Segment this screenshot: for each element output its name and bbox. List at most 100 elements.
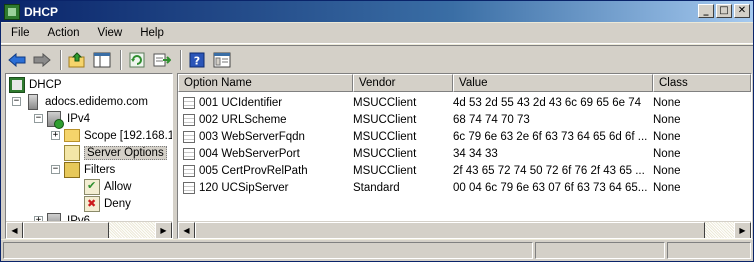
status-bar xyxy=(1,240,753,261)
tree-item-label: Server Options xyxy=(84,145,167,160)
toolbar-separator xyxy=(120,49,122,70)
collapse-toggle[interactable]: − xyxy=(12,97,21,106)
properties-button[interactable] xyxy=(211,49,233,71)
scroll-left-button[interactable]: ◀ xyxy=(6,221,23,238)
status-panel xyxy=(667,242,751,259)
column-header-option-name[interactable]: Option Name xyxy=(178,74,353,92)
column-header-class[interactable]: Class xyxy=(653,74,751,92)
list-row[interactable]: 001 UCIdentifier MSUCClient 4d 53 2d 55 … xyxy=(178,94,751,111)
export-list-icon xyxy=(153,53,171,66)
tree-item-scope[interactable]: + Scope [192.168.1 xyxy=(51,127,173,144)
menu-view[interactable]: View xyxy=(88,27,131,39)
console-tree-icon xyxy=(93,52,111,67)
main-content: DHCP − adocs.edidemo.com − IPv4 + Scope … xyxy=(1,73,753,239)
option-icon xyxy=(183,113,195,126)
column-header-vendor[interactable]: Vendor xyxy=(353,74,453,92)
list-row[interactable]: 120 UCSipServer Standard 00 04 6c 79 6e … xyxy=(178,179,751,196)
option-vendor: MSUCClient xyxy=(353,113,417,126)
refresh-button[interactable] xyxy=(126,49,148,71)
scroll-left-button[interactable]: ◀ xyxy=(178,221,195,238)
option-class: None xyxy=(653,96,681,109)
up-one-level-button[interactable] xyxy=(66,49,88,71)
column-header-value[interactable]: Value xyxy=(453,74,653,92)
option-vendor: MSUCClient xyxy=(353,96,417,109)
toolbar-separator xyxy=(180,49,182,70)
window-title: DHCP xyxy=(24,4,59,19)
option-name: 120 UCSipServer xyxy=(199,181,289,194)
collapse-toggle[interactable]: − xyxy=(34,114,43,123)
forward-button[interactable] xyxy=(31,49,53,71)
option-value: 34 34 33 xyxy=(453,147,498,160)
list-row[interactable]: 004 WebServerPort MSUCClient 34 34 33 No… xyxy=(178,145,751,162)
list-row[interactable]: 003 WebServerFqdn MSUCClient 6c 79 6e 63… xyxy=(178,128,751,145)
scroll-track[interactable] xyxy=(195,221,734,238)
details-pane[interactable]: Option Name Vendor Value Class 001 UCIde… xyxy=(177,73,752,239)
tree-item-label: IPv4 xyxy=(67,112,91,125)
tree-item-allow[interactable]: Allow xyxy=(84,178,131,195)
scroll-thumb[interactable] xyxy=(23,221,109,238)
server-options-icon xyxy=(64,144,80,161)
list-row[interactable]: 005 CertProvRelPath MSUCClient 2f 43 65 … xyxy=(178,162,751,179)
menu-file[interactable]: File xyxy=(1,27,38,39)
ipv4-icon xyxy=(47,110,64,129)
minimize-button[interactable]: _ xyxy=(698,4,714,18)
tree-item-label: adocs.edidemo.com xyxy=(45,95,148,108)
deny-icon xyxy=(84,195,100,212)
option-name: 005 CertProvRelPath xyxy=(199,164,308,177)
title-bar[interactable]: DHCP _ □ ✕ xyxy=(1,1,753,22)
console-tree-pane[interactable]: DHCP − adocs.edidemo.com − IPv4 + Scope … xyxy=(5,73,173,239)
option-value: 2f 43 65 72 74 50 72 6f 76 2f 43 65 ... xyxy=(453,164,645,177)
scroll-right-button[interactable]: ▶ xyxy=(155,221,172,238)
option-value: 00 04 6c 79 6e 63 07 6f 63 73 64 65... xyxy=(453,181,648,194)
option-icon xyxy=(183,164,195,177)
tree-horizontal-scrollbar[interactable]: ◀ ▶ xyxy=(6,221,172,238)
option-name: 004 WebServerPort xyxy=(199,147,300,160)
dhcp-window: DHCP _ □ ✕ File Action View Help ? DHCP … xyxy=(0,0,754,262)
help-icon: ? xyxy=(189,52,205,67)
menu-help[interactable]: Help xyxy=(130,27,172,39)
column-header-row: Option Name Vendor Value Class xyxy=(178,74,751,92)
tree-item-server[interactable]: − adocs.edidemo.com xyxy=(12,93,148,110)
up-folder-icon xyxy=(68,51,85,67)
tree-item-label: DHCP xyxy=(29,78,62,91)
show-hide-tree-button[interactable] xyxy=(91,49,113,71)
option-value: 68 74 74 70 73 xyxy=(453,113,530,126)
scroll-track[interactable] xyxy=(23,221,155,238)
option-name: 003 WebServerFqdn xyxy=(199,130,305,143)
scroll-thumb[interactable] xyxy=(195,221,705,238)
tree-item-ipv4[interactable]: − IPv4 xyxy=(34,110,91,129)
collapse-toggle[interactable]: − xyxy=(51,165,60,174)
back-button[interactable] xyxy=(6,49,28,71)
filter-icon xyxy=(64,161,80,178)
help-button[interactable]: ? xyxy=(186,49,208,71)
toolbar: ? xyxy=(1,45,753,73)
tree-item-server-options[interactable]: Server Options xyxy=(64,144,167,161)
tree-item-label: Filters xyxy=(84,163,116,176)
tree-item-deny[interactable]: Deny xyxy=(84,195,131,212)
menu-action[interactable]: Action xyxy=(38,27,88,39)
option-icon xyxy=(183,96,195,109)
list-horizontal-scrollbar[interactable]: ◀ ▶ xyxy=(178,221,751,238)
option-class: None xyxy=(653,113,681,126)
tree-item-filters[interactable]: − Filters xyxy=(51,161,115,178)
status-panel xyxy=(3,242,533,259)
export-list-button[interactable] xyxy=(151,49,173,71)
option-class: None xyxy=(653,130,681,143)
allow-icon xyxy=(84,178,100,195)
tree-item-dhcp[interactable]: DHCP xyxy=(9,76,62,93)
option-vendor: Standard xyxy=(353,181,400,194)
properties-icon xyxy=(213,52,231,67)
expand-toggle[interactable]: + xyxy=(51,131,60,140)
option-name: 001 UCIdentifier xyxy=(199,96,283,109)
tree-item-label: Allow xyxy=(104,180,132,193)
tree-item-label: Scope [192.168.1 xyxy=(84,129,173,142)
status-panel xyxy=(535,242,665,259)
server-icon xyxy=(28,93,38,110)
list-row[interactable]: 002 URLScheme MSUCClient 68 74 74 70 73 … xyxy=(178,111,751,128)
maximize-button[interactable]: □ xyxy=(716,4,732,18)
option-icon xyxy=(183,147,195,160)
refresh-icon xyxy=(129,52,145,67)
scroll-right-button[interactable]: ▶ xyxy=(734,221,751,238)
close-button[interactable]: ✕ xyxy=(734,4,750,18)
option-vendor: MSUCClient xyxy=(353,147,417,160)
